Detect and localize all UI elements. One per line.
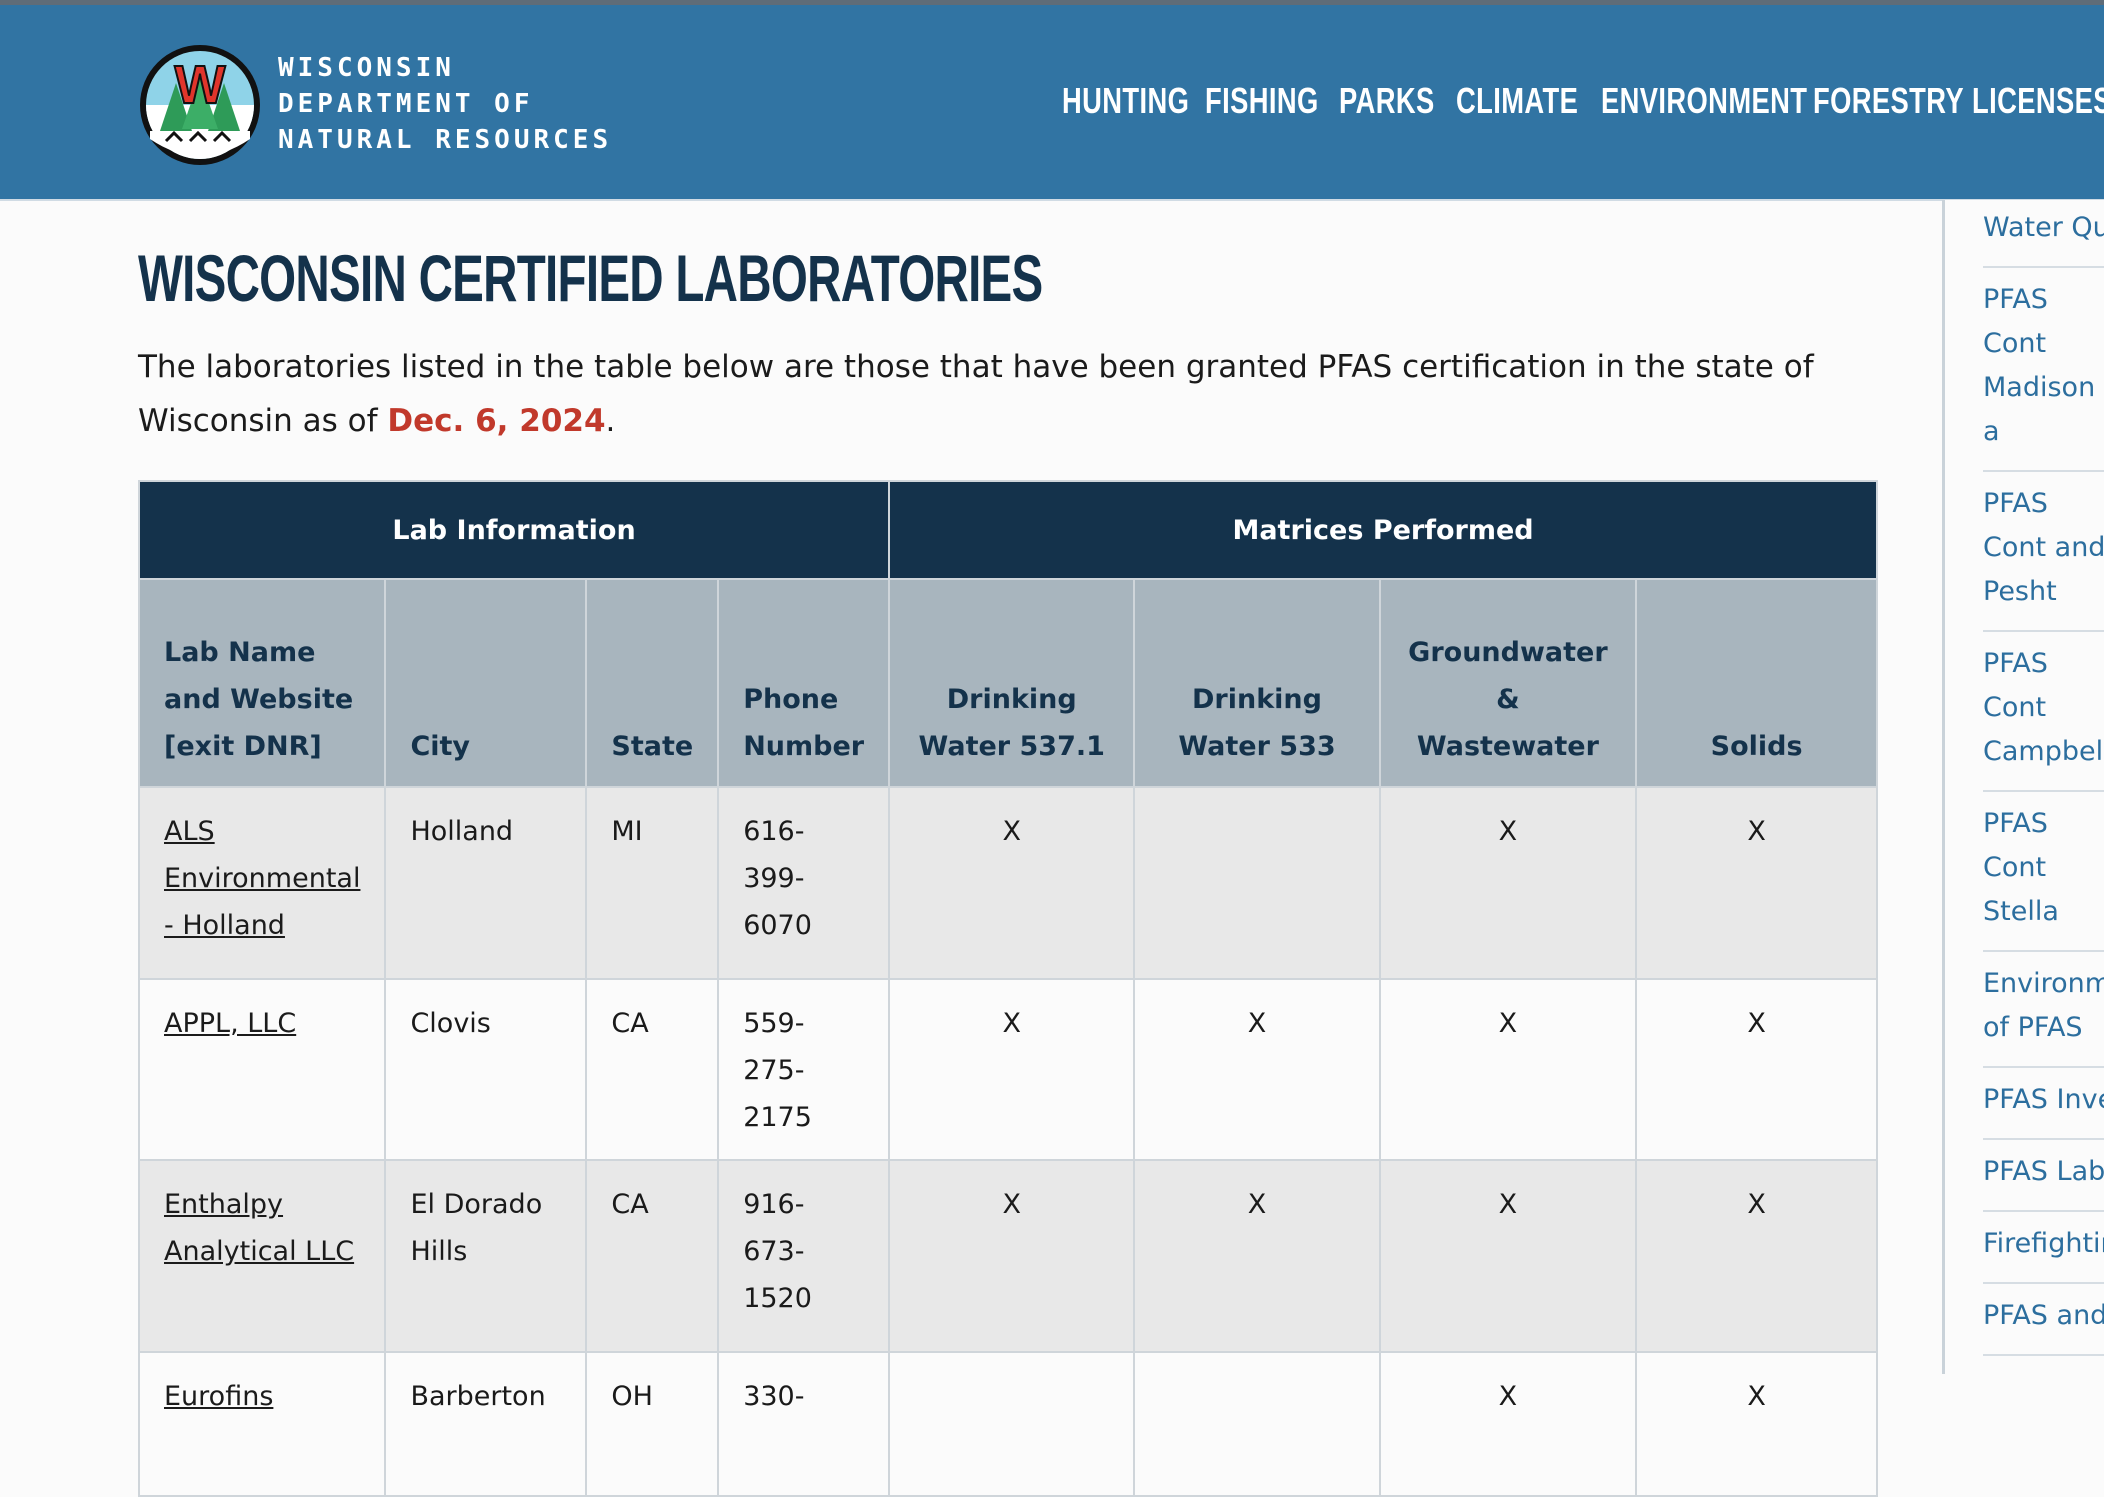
nav-fishing[interactable]: FISHING bbox=[1205, 80, 1319, 122]
col-header-dw-533: Drinking Water 533 bbox=[1133, 578, 1381, 788]
cell-dw-533: X bbox=[1133, 1159, 1381, 1353]
cell-state: CA bbox=[585, 1159, 720, 1353]
brand-name[interactable]: WISCONSIN DEPARTMENT OF NATURAL RESOURCE… bbox=[278, 50, 612, 158]
col-header-phone: Phone Number bbox=[717, 578, 891, 788]
cell-phone: 916-673-1520 bbox=[717, 1159, 891, 1353]
sidebar-related-links: Water Qua PFAS Cont Madison a PFAS Cont … bbox=[1942, 200, 2104, 1374]
cell-gw-ww: X bbox=[1378, 978, 1638, 1161]
sidebar-item[interactable]: PFAS Cont Campbell bbox=[1983, 632, 2104, 792]
cell-dw-5371: X bbox=[888, 1159, 1136, 1353]
sidebar-item[interactable]: PFAS Cont and Pesht bbox=[1983, 472, 2104, 632]
cell-phone: 616-399-6070 bbox=[717, 786, 891, 980]
lab-link[interactable]: Enthalpy Analytical LLC bbox=[164, 1189, 354, 1267]
sidebar-item[interactable]: Firefightin bbox=[1983, 1212, 2104, 1284]
lab-link[interactable]: Eurofins bbox=[164, 1381, 273, 1412]
intro-date: Dec. 6, 2024 bbox=[387, 403, 606, 439]
cell-phone: 559-275-2175 bbox=[717, 978, 891, 1161]
group-header-matrices: Matrices Performed bbox=[888, 480, 1878, 580]
cell-gw-ww: X bbox=[1378, 1159, 1638, 1353]
col-header-city: City bbox=[384, 578, 588, 788]
cell-city: Clovis bbox=[384, 978, 588, 1161]
brand-line: WISCONSIN bbox=[278, 53, 455, 83]
sidebar-item[interactable]: PFAS Cont Madison a bbox=[1983, 268, 2104, 472]
certified-labs-table: Lab Information Matrices Performed Lab N… bbox=[137, 480, 1878, 1497]
table-row: ALS Environmental - Holland Holland MI 6… bbox=[137, 786, 1878, 980]
brand-line: DEPARTMENT OF bbox=[278, 89, 534, 119]
cell-gw-ww: X bbox=[1378, 786, 1638, 980]
cell-solids: X bbox=[1635, 786, 1878, 980]
cell-state: CA bbox=[585, 978, 720, 1161]
nav-licenses[interactable]: LICENSES bbox=[1972, 80, 2104, 122]
col-header-lab-name: Lab Name and Website [exit DNR] bbox=[137, 578, 387, 788]
lab-link[interactable]: ALS Environmental - Holland bbox=[164, 816, 360, 941]
cell-dw-533 bbox=[1133, 786, 1381, 980]
nav-parks[interactable]: PARKS bbox=[1339, 80, 1435, 122]
group-header-lab-info: Lab Information bbox=[137, 480, 891, 580]
table-row: APPL, LLC Clovis CA 559-275-2175 X X X X bbox=[137, 978, 1878, 1161]
col-header-state: State bbox=[585, 578, 720, 788]
cell-dw-533: X bbox=[1133, 978, 1381, 1161]
cell-city: Holland bbox=[384, 786, 588, 980]
intro-paragraph: The laboratories listed in the table bel… bbox=[138, 340, 1888, 448]
dnr-logo-icon[interactable]: W bbox=[138, 43, 262, 167]
sidebar-item[interactable]: PFAS Inves bbox=[1983, 1068, 2104, 1140]
brand-line: NATURAL RESOURCES bbox=[278, 125, 613, 155]
nav-climate[interactable]: CLIMATE bbox=[1456, 80, 1578, 122]
nav-hunting[interactable]: HUNTING bbox=[1062, 80, 1189, 122]
cell-solids: X bbox=[1635, 1159, 1878, 1353]
sidebar-item[interactable]: PFAS and bbox=[1983, 1284, 2104, 1356]
col-header-solids: Solids bbox=[1635, 578, 1878, 788]
sidebar-item[interactable]: Environme of PFAS bbox=[1983, 952, 2104, 1068]
cell-dw-5371: X bbox=[888, 786, 1136, 980]
column-header-row: Lab Name and Website [exit DNR] City Sta… bbox=[137, 578, 1878, 788]
sidebar-item[interactable]: PFAS Lab bbox=[1983, 1140, 2104, 1212]
col-header-dw-5371: Drinking Water 537.1 bbox=[888, 578, 1136, 788]
intro-end: . bbox=[605, 403, 616, 439]
cell-city: El Dorado Hills bbox=[384, 1159, 588, 1353]
cell-state: MI bbox=[585, 786, 720, 980]
group-header-row: Lab Information Matrices Performed bbox=[137, 480, 1878, 580]
nav-environment[interactable]: ENVIRONMENT bbox=[1601, 80, 1807, 122]
table-row: Enthalpy Analytical LLC El Dorado Hills … bbox=[137, 1159, 1878, 1353]
lab-link[interactable]: APPL, LLC bbox=[164, 1008, 296, 1039]
cell-solids: X bbox=[1635, 978, 1878, 1161]
logo-letter: W bbox=[175, 55, 226, 115]
site-header: W WISCONSIN DEPARTMENT OF NATURAL RESOUR… bbox=[0, 5, 2104, 201]
sidebar-item[interactable]: PFAS Cont Stella bbox=[1983, 792, 2104, 952]
page-title: WISCONSIN CERTIFIED LABORATORIES bbox=[138, 241, 1043, 315]
cell-dw-5371: X bbox=[888, 978, 1136, 1161]
sidebar-item[interactable]: Waste Cor bbox=[1983, 1356, 2104, 1374]
nav-forestry[interactable]: FORESTRY bbox=[1813, 80, 1964, 122]
sidebar-item[interactable]: Water Qua bbox=[1983, 200, 2104, 268]
col-header-gw-ww: Groundwater & Wastewater bbox=[1378, 578, 1638, 788]
